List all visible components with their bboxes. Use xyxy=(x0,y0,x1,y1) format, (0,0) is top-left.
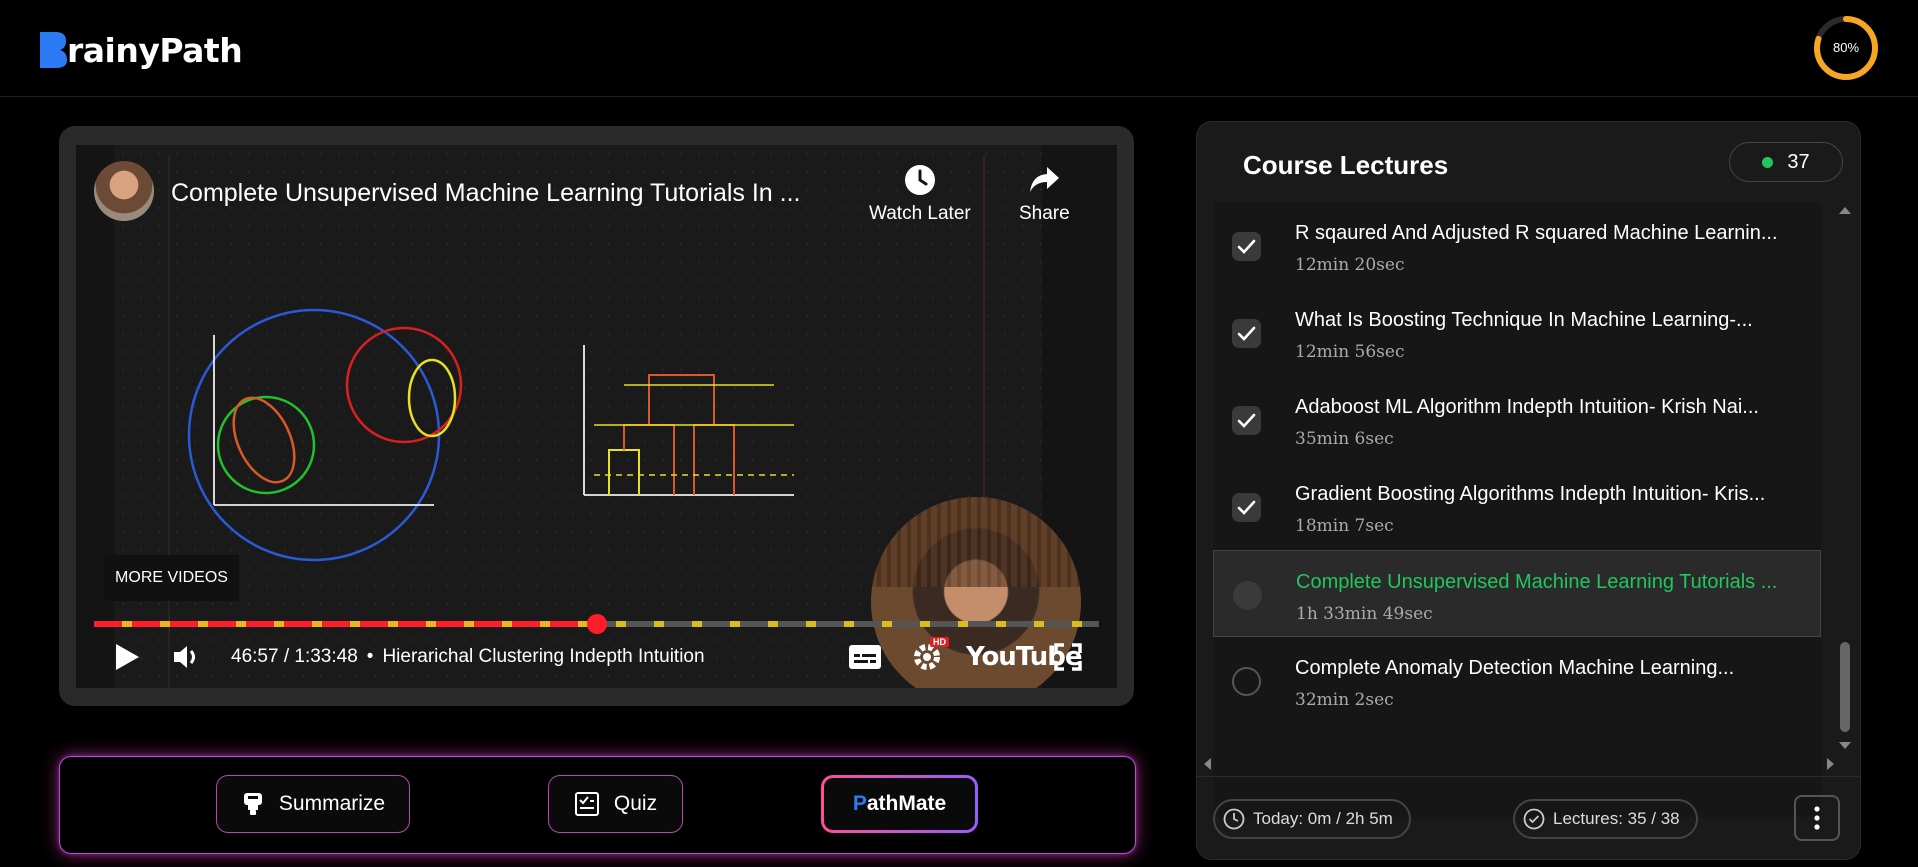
top-header: rainyPath 80% xyxy=(0,0,1918,97)
video-player-frame: Complete Unsupervised Machine Learning T… xyxy=(59,126,1134,706)
time-separator: • xyxy=(366,646,374,667)
lecture-count-badge: 37 xyxy=(1729,142,1843,182)
volume-icon xyxy=(174,646,195,668)
status-dot-icon xyxy=(1762,156,1774,168)
quiz-icon xyxy=(574,792,599,816)
lecture-title: What Is Boosting Technique In Machine Le… xyxy=(1295,309,1753,331)
pathmate-button[interactable]: PathMate xyxy=(821,775,978,833)
incomplete-checkbox[interactable] xyxy=(1232,667,1261,696)
play-icon xyxy=(116,644,139,670)
lecture-item[interactable]: What Is Boosting Technique In Machine Le… xyxy=(1213,289,1821,376)
lecture-duration: 18min 7sec xyxy=(1295,516,1394,536)
lecture-duration: 32min 2sec xyxy=(1295,690,1394,710)
clock-icon xyxy=(1223,808,1245,830)
scroll-left-icon xyxy=(1204,758,1211,770)
pathmate-logo-initial: P xyxy=(852,792,867,815)
lecture-item[interactable]: R sqaured And Adjusted R squared Machine… xyxy=(1213,202,1821,289)
course-lectures-panel: Course Lectures 37 R sqaured And Adjuste… xyxy=(1196,121,1861,860)
scroll-down-icon xyxy=(1839,742,1851,749)
summarize-label: Summarize xyxy=(278,792,386,815)
lecture-title: Gradient Boosting Algorithms Indepth Int… xyxy=(1295,483,1766,505)
lecture-duration: 12min 56sec xyxy=(1295,342,1405,362)
lecture-duration: 1h 33min 49sec xyxy=(1296,604,1433,624)
bookshelf-background xyxy=(871,497,1081,587)
lectures-title: Course Lectures xyxy=(1243,150,1449,180)
lecture-duration: 12min 20sec xyxy=(1295,255,1405,275)
scroll-right-icon xyxy=(1827,758,1834,770)
lecture-title: Adaboost ML Algorithm Indepth Intuition-… xyxy=(1295,396,1759,418)
lectures-header: Course Lectures 37 xyxy=(1197,122,1860,202)
time-and-chapter: 46:57 / 1:33:48 • Hierarichal Clustering… xyxy=(231,635,705,679)
completed-checkbox[interactable] xyxy=(1232,406,1261,435)
brand-logo-mark xyxy=(40,32,67,68)
lecture-list[interactable]: R sqaured And Adjusted R squared Machine… xyxy=(1213,202,1821,817)
today-time-label: Today: 0m / 2h 5m xyxy=(1253,809,1393,828)
today-time-badge: Today: 0m / 2h 5m xyxy=(1213,799,1411,839)
progress-percent: 80% xyxy=(1832,40,1860,55)
lectures-progress-badge: Lectures: 35 / 38 xyxy=(1513,799,1698,839)
quiz-button[interactable]: Quiz xyxy=(548,775,683,833)
settings-button[interactable]: HD xyxy=(912,635,949,679)
video-controls: 46:57 / 1:33:48 • Hierarichal Clustering… xyxy=(94,635,1099,679)
chapter-title[interactable]: Hierarichal Clustering Indepth Intuition xyxy=(382,646,704,668)
fullscreen-icon xyxy=(1054,643,1082,671)
share-label: Share xyxy=(1019,203,1070,224)
completed-checkbox[interactable] xyxy=(1232,232,1261,261)
brand-logo[interactable]: rainyPath xyxy=(38,28,243,72)
subtitles-icon xyxy=(849,645,881,669)
check-icon xyxy=(1237,413,1256,428)
more-vertical-icon xyxy=(1814,806,1820,830)
video-timeline[interactable] xyxy=(94,614,1099,634)
completed-checkbox[interactable] xyxy=(1232,319,1261,348)
lectures-footer: Today: 0m / 2h 5m Lectures: 35 / 38 xyxy=(1197,776,1860,859)
scroll-up-icon xyxy=(1839,207,1851,214)
summarize-icon xyxy=(243,793,262,815)
lecture-item[interactable]: Adaboost ML Algorithm Indepth Intuition-… xyxy=(1213,376,1821,463)
summarize-button[interactable]: Summarize xyxy=(216,775,410,833)
video-player[interactable]: Complete Unsupervised Machine Learning T… xyxy=(76,145,1117,688)
subtitles-button[interactable] xyxy=(849,635,881,679)
clock-icon xyxy=(904,165,935,195)
ai-actions-bar: Summarize Quiz PathMate xyxy=(59,756,1136,854)
check-icon xyxy=(1237,239,1256,254)
check-circle-icon xyxy=(1523,808,1545,830)
completed-checkbox[interactable] xyxy=(1232,493,1261,522)
lecture-title: Complete Unsupervised Machine Learning T… xyxy=(1296,571,1778,593)
scrollbar-thumb[interactable] xyxy=(1840,642,1850,732)
lecture-list-scrollbar[interactable] xyxy=(1836,202,1852,754)
lecture-title: R sqaured And Adjusted R squared Machine… xyxy=(1295,222,1778,244)
fullscreen-button[interactable] xyxy=(1054,635,1082,679)
video-title[interactable]: Complete Unsupervised Machine Learning T… xyxy=(171,179,801,208)
lecture-item[interactable]: Gradient Boosting Algorithms Indepth Int… xyxy=(1213,463,1821,550)
timeline-scrubber[interactable] xyxy=(586,614,607,634)
course-progress-ring: 80% xyxy=(1812,14,1880,82)
lecture-item-active[interactable]: Complete Unsupervised Machine Learning T… xyxy=(1213,550,1821,637)
watch-later-button[interactable]: Watch Later xyxy=(869,163,971,225)
volume-button[interactable] xyxy=(172,635,200,679)
channel-avatar[interactable] xyxy=(94,161,154,221)
video-time: 46:57 / 1:33:48 xyxy=(231,646,358,667)
lecture-title: Complete Anomaly Detection Machine Learn… xyxy=(1295,657,1735,679)
watch-later-label: Watch Later xyxy=(869,203,971,224)
lecture-duration: 35min 6sec xyxy=(1295,429,1394,449)
quiz-label: Quiz xyxy=(613,792,658,815)
more-options-button[interactable] xyxy=(1794,795,1840,841)
brand-name: rainyPath xyxy=(67,30,243,70)
share-icon xyxy=(1030,167,1060,192)
lecture-item[interactable]: Complete Anomaly Detection Machine Learn… xyxy=(1213,637,1821,724)
check-icon xyxy=(1237,500,1256,515)
pathmate-label: athMate xyxy=(866,792,947,815)
incomplete-checkbox[interactable] xyxy=(1233,581,1262,610)
share-button[interactable]: Share xyxy=(1019,163,1070,225)
check-icon xyxy=(1237,326,1256,341)
lectures-progress-label: Lectures: 35 / 38 xyxy=(1553,809,1680,828)
more-videos-button[interactable]: MORE VIDEOS xyxy=(104,555,239,601)
play-button[interactable] xyxy=(114,635,140,679)
hd-badge: HD xyxy=(930,637,949,647)
horizontal-scrollbar[interactable] xyxy=(1197,754,1860,774)
lecture-count: 37 xyxy=(1787,150,1810,173)
